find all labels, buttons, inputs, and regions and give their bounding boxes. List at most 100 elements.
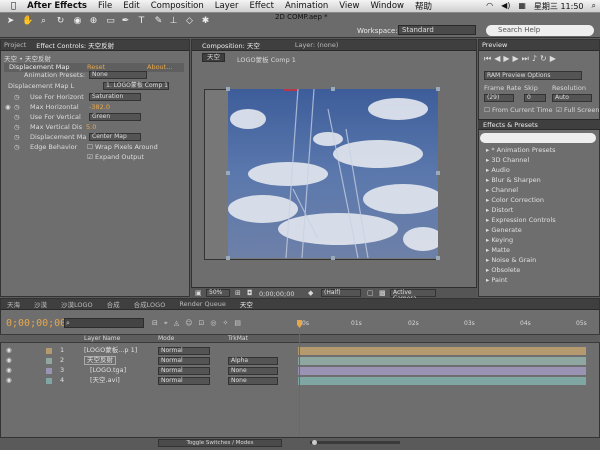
loop-icon[interactable]: ↻ — [540, 54, 550, 63]
effects-item-keying[interactable]: ▸ Keying — [486, 236, 513, 244]
layer-name[interactable]: [天空.avi] — [90, 376, 120, 385]
apple-icon[interactable]:  — [11, 1, 16, 11]
full-screen-checkbox[interactable]: ☑ — [556, 106, 562, 114]
stopwatch-icon[interactable]: ◷ — [14, 143, 20, 152]
menu-composition[interactable]: Composition — [151, 1, 204, 11]
use-horizontal-dropdown[interactable]: Saturation — [89, 93, 141, 101]
audio-icon[interactable]: ♪ — [532, 54, 540, 63]
map-layer-dropdown[interactable]: 1. LOGO蒙板 Comp 1 — [103, 82, 169, 90]
volume-icon[interactable]: ◀) — [501, 1, 510, 12]
menu-file[interactable]: File — [98, 1, 112, 11]
effects-item-color-correction[interactable]: ▸ Color Correction — [486, 196, 544, 204]
trkmat-header[interactable]: TrkMat — [228, 335, 248, 342]
toggle-switches-modes-button[interactable]: Toggle Switches / Modes — [158, 439, 282, 447]
eye-icon[interactable]: ◉ — [5, 103, 11, 112]
tab-timeline-4[interactable]: 合成 — [107, 299, 120, 309]
visibility-eye-icon[interactable]: ◉ — [6, 346, 12, 355]
timeline-search-input[interactable] — [64, 318, 144, 328]
camera-tool-icon[interactable]: ◉ — [72, 16, 83, 27]
layer-trkmat-dropdown[interactable]: None — [228, 367, 278, 375]
timeline-timecode[interactable]: 0;00;00;00 — [6, 318, 66, 329]
mask-tool-icon[interactable]: ▭ — [105, 16, 116, 27]
camera-dropdown[interactable]: Active Camera — [390, 289, 436, 302]
menu-edit[interactable]: Edit — [123, 1, 139, 11]
transform-handle[interactable] — [331, 256, 335, 260]
transform-handle[interactable] — [226, 171, 230, 175]
tab-timeline-5[interactable]: 合成LOGO — [134, 299, 166, 309]
effects-search-input[interactable] — [480, 133, 596, 143]
comp-timecode[interactable]: 0;00;00;00 — [259, 290, 295, 298]
spotlight-icon[interactable]: ⌕ — [592, 1, 596, 12]
layer-duration-bar-2[interactable] — [298, 357, 586, 365]
stopwatch-icon[interactable]: ◷ — [14, 123, 20, 132]
brush-tool-icon[interactable]: ✎ — [153, 16, 164, 27]
transform-handle[interactable] — [436, 256, 440, 260]
comp-crumb-child[interactable]: LOGO蒙板 Comp 1 — [237, 54, 296, 64]
menu-animation[interactable]: Animation — [285, 1, 328, 11]
text-tool-icon[interactable]: T — [136, 16, 147, 27]
transform-handle[interactable] — [436, 87, 440, 91]
layer-duration-bar-1[interactable] — [298, 347, 586, 355]
menu-layer[interactable]: Layer — [215, 1, 239, 11]
effects-item-obsolete[interactable]: ▸ Obsolete — [486, 266, 520, 274]
reset-link[interactable]: Reset — [87, 63, 105, 71]
menu-view[interactable]: View — [339, 1, 359, 11]
transform-handle[interactable] — [331, 87, 335, 91]
map-behavior-dropdown[interactable]: Center Map — [89, 133, 141, 141]
rotate-tool-icon[interactable]: ↻ — [55, 16, 66, 27]
effects-item-paint[interactable]: ▸ Paint — [486, 276, 507, 284]
timeline-zoom-slider[interactable] — [310, 441, 400, 444]
wrap-pixels-checkbox[interactable]: ☐ — [87, 143, 93, 152]
layer-mode-dropdown[interactable]: Normal — [158, 357, 210, 365]
ram-preview-dropdown[interactable]: RAM Preview Options — [484, 71, 582, 80]
last-frame-icon[interactable]: ⏭ — [522, 54, 532, 63]
selection-tool-icon[interactable]: ➤ — [5, 16, 16, 27]
tab-project[interactable]: Project — [4, 41, 26, 49]
tab-timeline-active[interactable]: 天空 — [240, 299, 253, 309]
tab-composition[interactable]: Composition: 天空 — [202, 40, 260, 50]
camera-icon[interactable]: ◘ — [247, 289, 253, 297]
frame-rate-dropdown[interactable]: (29) — [484, 94, 514, 102]
layer-duration-bar-4[interactable] — [298, 377, 586, 385]
skip-dropdown[interactable]: 0 — [524, 94, 546, 102]
graph-editor-icon[interactable]: ▤ — [234, 319, 247, 327]
playhead-line[interactable] — [299, 328, 300, 440]
effects-item-animation-presets[interactable]: ▸ * Animation Presets — [486, 146, 556, 154]
visibility-eye-icon[interactable]: ◉ — [6, 366, 12, 375]
motion-blur-icon[interactable]: ◎ — [210, 319, 222, 327]
frame-blending-icon[interactable]: ⊡ — [199, 319, 211, 327]
layer-name[interactable]: [LOGO蒙板...p 1] — [84, 346, 137, 355]
layer-duration-bar-3[interactable] — [298, 367, 586, 375]
layer-mode-dropdown[interactable]: Normal — [158, 367, 210, 375]
zoom-dropdown[interactable]: 50% — [206, 289, 230, 297]
search-help-input[interactable]: Search Help — [486, 25, 594, 36]
flag-icon[interactable]: ▦ — [518, 1, 526, 12]
stopwatch-icon[interactable]: ◷ — [14, 133, 20, 142]
transform-handle[interactable] — [226, 87, 230, 91]
max-vertical-value[interactable]: 5.0 — [86, 123, 96, 132]
effects-item-channel[interactable]: ▸ Channel — [486, 186, 518, 194]
pen-tool-icon[interactable]: ✒ — [120, 16, 131, 27]
presets-dropdown[interactable]: None — [89, 71, 147, 79]
pan-behind-tool-icon[interactable]: ⊕ — [88, 16, 99, 27]
transform-handle[interactable] — [436, 171, 440, 175]
tab-timeline-2[interactable]: 沙漠 — [34, 299, 47, 309]
menu-help[interactable]: 帮助 — [415, 0, 432, 12]
stopwatch-icon[interactable]: ◷ — [14, 103, 20, 112]
hide-shy-icon[interactable]: ☺ — [185, 319, 198, 327]
effects-item-generate[interactable]: ▸ Generate — [486, 226, 522, 234]
layer-name[interactable]: 天空反射 — [84, 356, 116, 365]
timeline-ruler[interactable] — [298, 320, 594, 328]
region-icon[interactable]: ▢ — [367, 289, 374, 297]
effects-item-expression-controls[interactable]: ▸ Expression Controls — [486, 216, 556, 224]
from-current-checkbox[interactable]: ☐ — [484, 106, 490, 114]
effect-name[interactable]: Displacement Map — [9, 63, 69, 71]
layer-label-color[interactable] — [46, 348, 52, 354]
max-horizontal-value[interactable]: -382.0 — [89, 103, 110, 112]
draft-3d-icon[interactable]: ◬ — [174, 319, 185, 327]
transform-handle[interactable] — [226, 256, 230, 260]
menu-effect[interactable]: Effect — [249, 1, 273, 11]
mode-header[interactable]: Mode — [158, 335, 174, 342]
resolution-dropdown[interactable]: (Half) — [321, 289, 361, 297]
layer-mode-dropdown[interactable]: Normal — [158, 347, 210, 355]
